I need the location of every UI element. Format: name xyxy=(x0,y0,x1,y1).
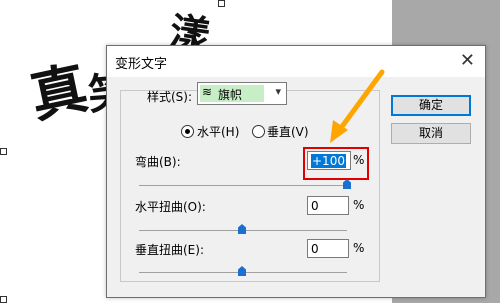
annotation-arrow-icon xyxy=(330,69,385,143)
